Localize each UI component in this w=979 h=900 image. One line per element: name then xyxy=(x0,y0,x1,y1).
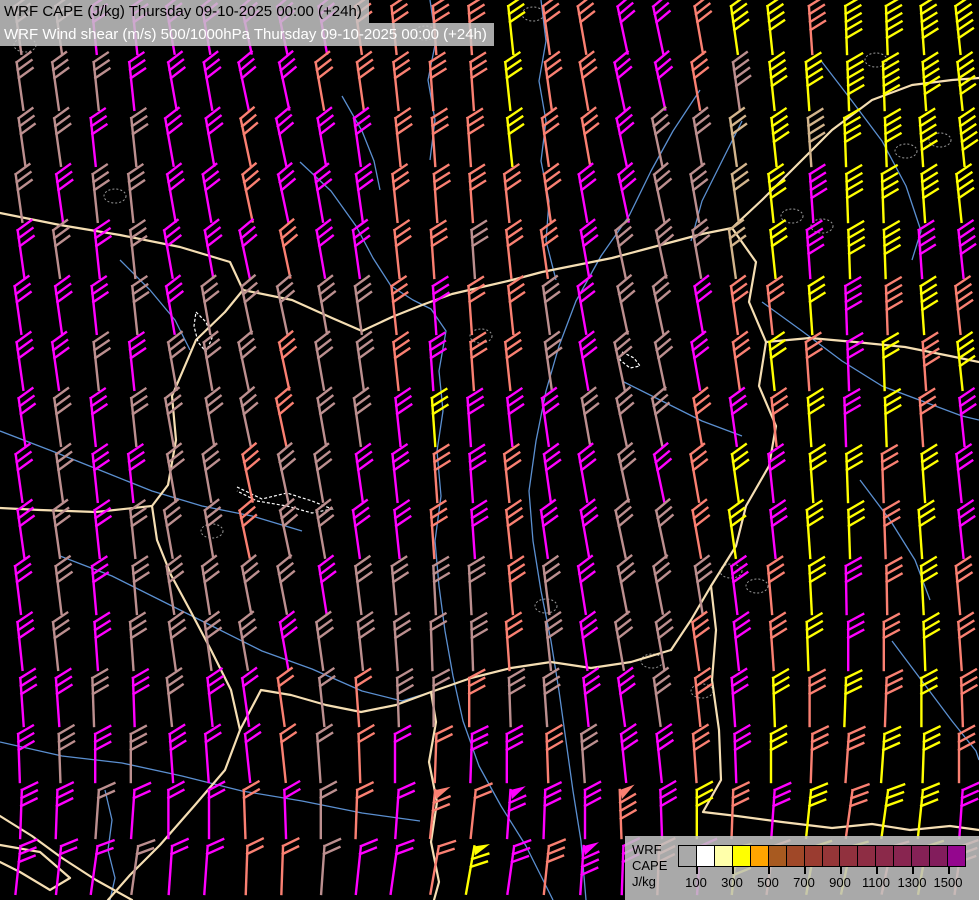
legend-label-cape: CAPE xyxy=(632,858,678,874)
legend-cells xyxy=(678,845,966,867)
legend-cell xyxy=(875,845,893,867)
legend-cell xyxy=(678,845,696,867)
legend-cell xyxy=(732,845,750,867)
legend-label-wrf: WRF xyxy=(632,842,678,858)
legend-cell xyxy=(822,845,840,867)
legend-cell xyxy=(911,845,929,867)
legend-cell xyxy=(786,845,804,867)
weather-map: WRF CAPE (J/kg) Thursday 09-10-2025 00:0… xyxy=(0,0,979,900)
legend-tick-label: 1500 xyxy=(926,875,970,890)
legend-cell xyxy=(696,845,714,867)
title-overlay: WRF CAPE (J/kg) Thursday 09-10-2025 00:0… xyxy=(0,0,494,46)
legend-color-strip: 100300500700900110013001500 xyxy=(678,845,966,891)
legend-cell xyxy=(750,845,768,867)
title-line-windshear: WRF Wind shear (m/s) 500/1000hPa Thursda… xyxy=(0,23,494,46)
legend-cell xyxy=(857,845,875,867)
legend-tick xyxy=(804,867,806,874)
legend-cell xyxy=(947,845,966,867)
legend-tick xyxy=(912,867,914,874)
legend-label: WRF CAPE J/kg xyxy=(625,836,678,890)
legend-cell xyxy=(768,845,786,867)
legend-cell xyxy=(714,845,732,867)
legend-tick xyxy=(768,867,770,874)
cape-legend: WRF CAPE J/kg 10030050070090011001300150… xyxy=(625,836,979,900)
legend-tick xyxy=(696,867,698,874)
legend-tick xyxy=(732,867,734,874)
legend-tick xyxy=(840,867,842,874)
legend-cell xyxy=(804,845,822,867)
map-canvas xyxy=(0,0,979,900)
legend-cell xyxy=(929,845,947,867)
legend-label-unit: J/kg xyxy=(632,874,678,890)
legend-tick xyxy=(948,867,950,874)
legend-cell xyxy=(839,845,857,867)
title-line-cape: WRF CAPE (J/kg) Thursday 09-10-2025 00:0… xyxy=(0,0,369,23)
legend-tick xyxy=(876,867,878,874)
legend-cell xyxy=(893,845,911,867)
